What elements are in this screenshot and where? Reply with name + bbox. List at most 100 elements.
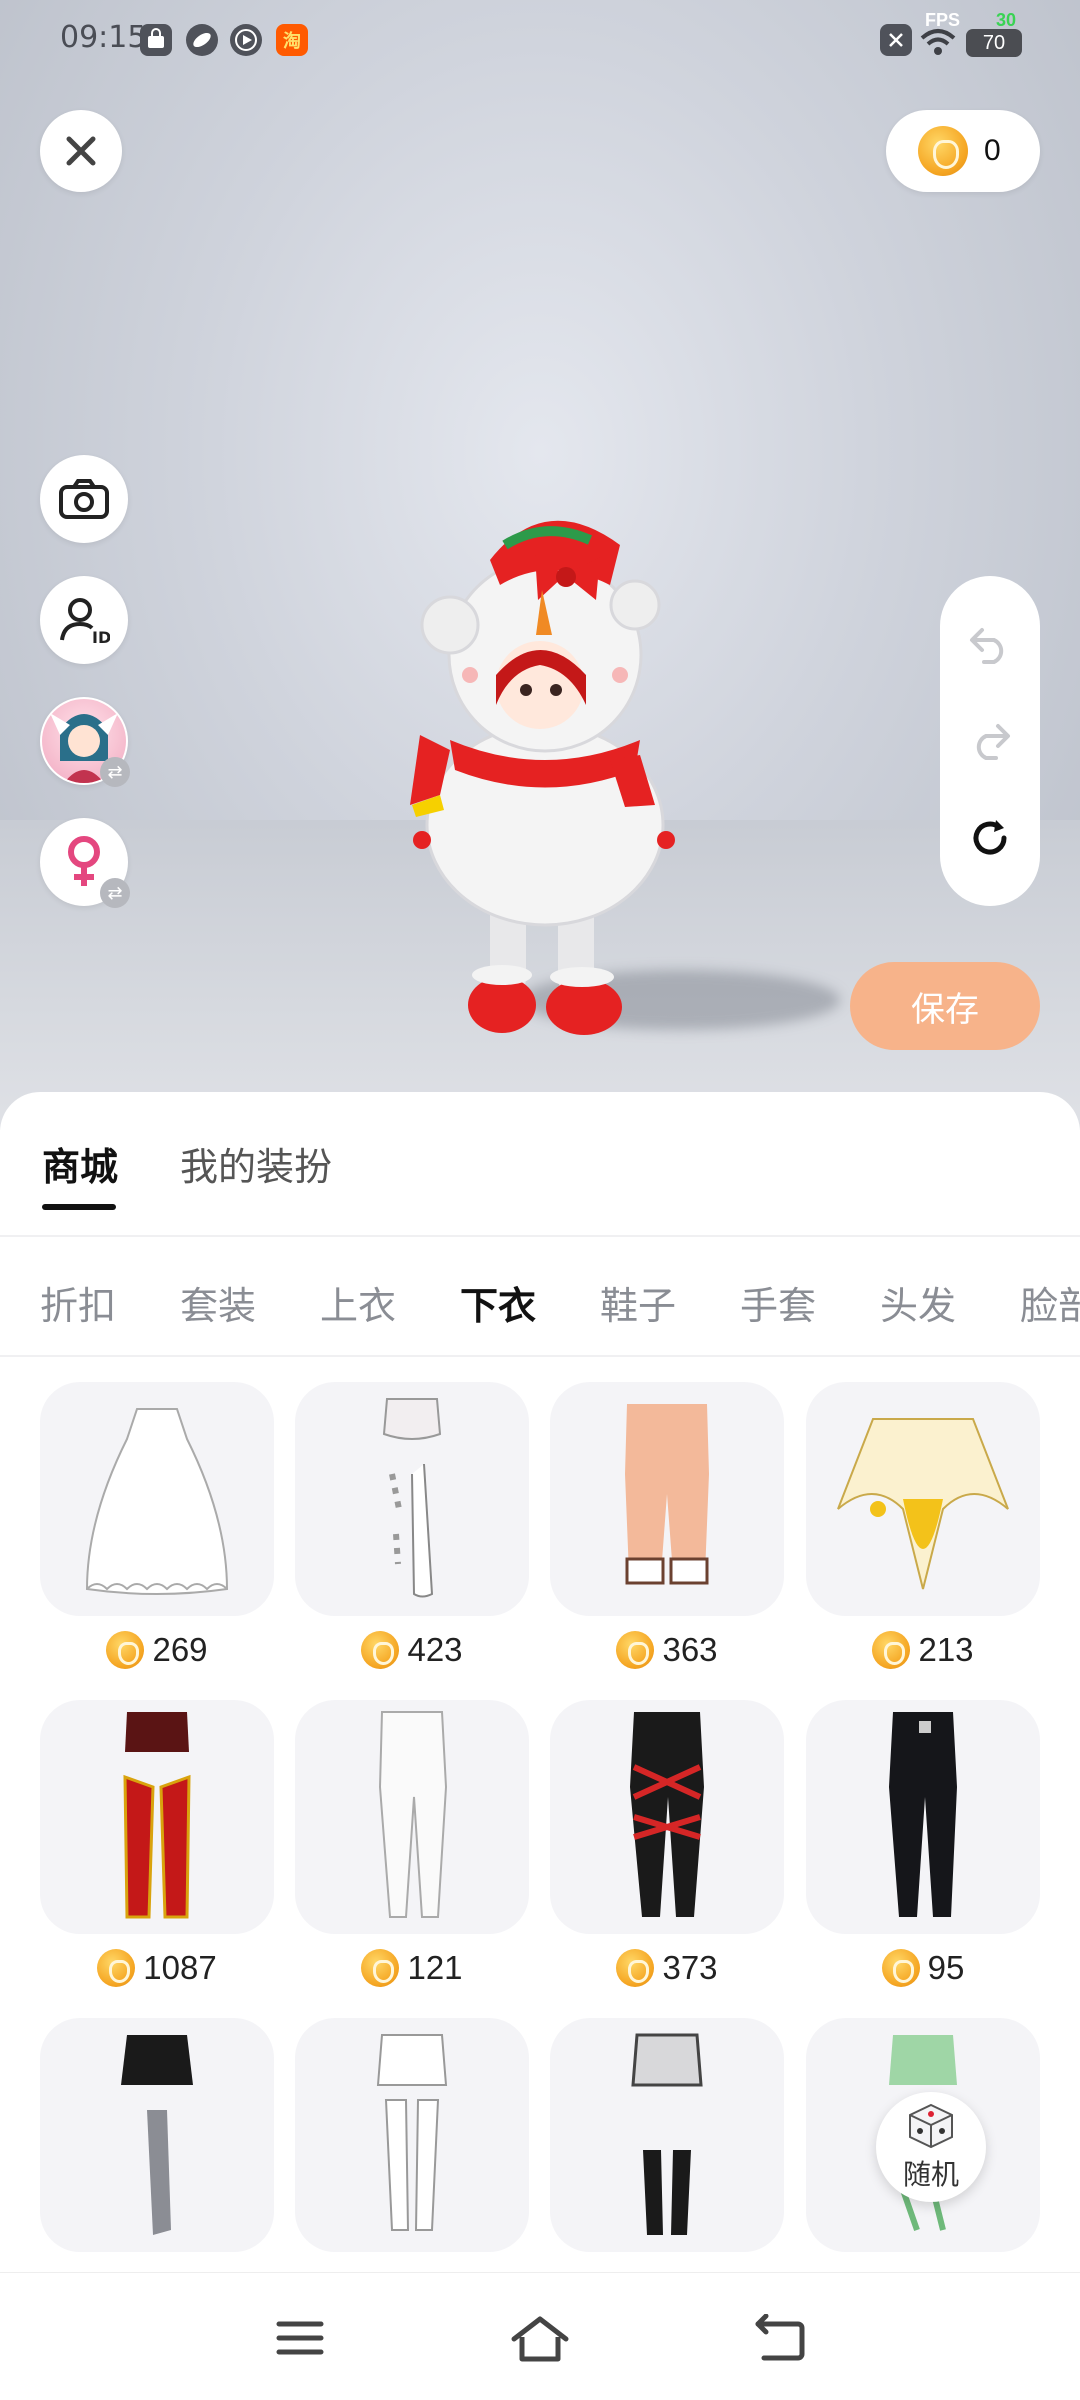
- reset-button[interactable]: [962, 810, 1018, 866]
- category-hair[interactable]: 头发: [880, 1275, 956, 1330]
- random-button[interactable]: 随机: [876, 2092, 986, 2202]
- item-image: [40, 1382, 274, 1616]
- home-button[interactable]: [505, 2303, 575, 2373]
- item-image: [550, 2018, 784, 2252]
- item-price: 423: [295, 1630, 529, 1670]
- item-price: 373: [550, 1948, 784, 1988]
- item-price-value: 1087: [143, 1949, 217, 1986]
- switch-avatar-button[interactable]: ⇄: [40, 697, 130, 787]
- item-price: 269: [40, 1630, 274, 1670]
- item-price-value: 269: [152, 1631, 208, 1668]
- female-icon: [68, 836, 100, 886]
- item-price: 121: [295, 1948, 529, 1988]
- svg-text:ID: ID: [92, 628, 110, 646]
- category-bottoms[interactable]: 下衣: [460, 1275, 536, 1330]
- user-id-button[interactable]: ID: [40, 576, 128, 664]
- redo-button[interactable]: [962, 712, 1018, 768]
- category-gloves[interactable]: 手套: [740, 1275, 816, 1330]
- save-button[interactable]: 保存: [850, 962, 1040, 1050]
- swap-icon: ⇄: [100, 757, 130, 787]
- coin-balance-value: 0: [984, 134, 1001, 167]
- item-card[interactable]: [550, 2018, 784, 2252]
- item-image: [295, 1700, 529, 1934]
- wifi-icon: [918, 26, 958, 63]
- swap-icon: ⇄: [100, 878, 130, 908]
- taobao-icon: 淘: [276, 24, 308, 56]
- menu-button[interactable]: [265, 2303, 335, 2373]
- back-button[interactable]: [745, 2303, 815, 2373]
- item-card[interactable]: 95: [806, 1700, 1040, 1988]
- close-box-icon: [880, 24, 912, 56]
- dice-icon: [909, 2103, 953, 2149]
- coin-icon: [616, 1949, 655, 1987]
- item-card[interactable]: 269: [40, 1382, 274, 1670]
- system-nav-bar: [0, 2272, 1080, 2400]
- category-sets[interactable]: 套装: [180, 1275, 256, 1330]
- back-icon: [755, 2314, 805, 2361]
- history-panel: [940, 576, 1040, 906]
- item-price: 95: [806, 1948, 1040, 1988]
- item-price-value: 213: [918, 1631, 974, 1668]
- coin-icon: [872, 1631, 911, 1669]
- random-label: 随机: [902, 2159, 959, 2190]
- item-price: 363: [550, 1630, 784, 1670]
- fps-value: 30: [996, 10, 1017, 30]
- item-image: [806, 1382, 1040, 1616]
- camera-button[interactable]: [40, 455, 128, 543]
- item-card[interactable]: 1087: [40, 1700, 274, 1988]
- undo-button[interactable]: [962, 616, 1018, 672]
- coin-icon: [616, 1631, 655, 1669]
- leaf-icon: [186, 24, 218, 56]
- camera-icon: [59, 479, 109, 519]
- category-discount[interactable]: 折扣: [40, 1275, 116, 1330]
- item-card[interactable]: 121: [295, 1700, 529, 1988]
- category-face[interactable]: 脸部: [1020, 1275, 1080, 1330]
- tab-shop[interactable]: 商城: [42, 1136, 118, 1191]
- item-card[interactable]: [295, 2018, 529, 2252]
- undo-icon: [970, 628, 1004, 664]
- close-button[interactable]: [40, 110, 122, 192]
- coin-icon: [97, 1949, 136, 1987]
- avatar-character: [410, 520, 675, 1035]
- item-card[interactable]: 373: [550, 1700, 784, 1988]
- coin-icon: [361, 1631, 400, 1669]
- play-icon: [230, 24, 262, 56]
- item-card[interactable]: [40, 2018, 274, 2252]
- avatar-stage[interactable]: 09:15 淘 FPS 30 70 0 ID ⇄ ⇄ 保存: [0, 0, 1080, 1130]
- main-tabs: 商城 我的装扮: [0, 1092, 1080, 1237]
- item-card[interactable]: 213: [806, 1382, 1040, 1670]
- item-card[interactable]: 423: [295, 1382, 529, 1670]
- status-bar: 09:15 淘 FPS 30 70: [0, 0, 1080, 80]
- fps-label: FPS: [925, 10, 961, 30]
- item-image: [550, 1382, 784, 1616]
- item-image: [295, 1382, 529, 1616]
- category-shoes[interactable]: 鞋子: [600, 1275, 676, 1330]
- item-image: [40, 1700, 274, 1934]
- item-card[interactable]: 363: [550, 1382, 784, 1670]
- coin-balance[interactable]: 0: [886, 110, 1040, 192]
- close-icon: [66, 136, 96, 166]
- item-image: [550, 1700, 784, 1934]
- battery-indicator: 70: [966, 29, 1022, 57]
- user-id-icon: ID: [60, 598, 110, 646]
- coin-icon: [918, 126, 968, 176]
- tab-my-outfits[interactable]: 我的装扮: [180, 1136, 332, 1191]
- menu-icon: [276, 2321, 324, 2355]
- reset-icon: [973, 820, 1007, 855]
- status-time: 09:15: [60, 20, 147, 55]
- item-price-value: 423: [407, 1631, 463, 1668]
- item-image: [295, 2018, 529, 2252]
- category-tabs[interactable]: 折扣 套装 上衣 下衣 鞋子 手套 头发 脸部: [0, 1239, 1080, 1357]
- coin-icon: [361, 1949, 400, 1987]
- coin-icon: [881, 1949, 920, 1987]
- home-icon: [511, 2316, 569, 2362]
- item-image: [40, 2018, 274, 2252]
- item-price-value: 373: [662, 1949, 718, 1986]
- switch-gender-button[interactable]: ⇄: [40, 818, 130, 908]
- item-price-value: 363: [662, 1631, 718, 1668]
- item-price-value: 95: [927, 1949, 965, 1986]
- coin-icon: [106, 1631, 145, 1669]
- category-tops[interactable]: 上衣: [320, 1275, 396, 1330]
- item-image: [806, 1700, 1040, 1934]
- item-price-value: 121: [407, 1949, 463, 1986]
